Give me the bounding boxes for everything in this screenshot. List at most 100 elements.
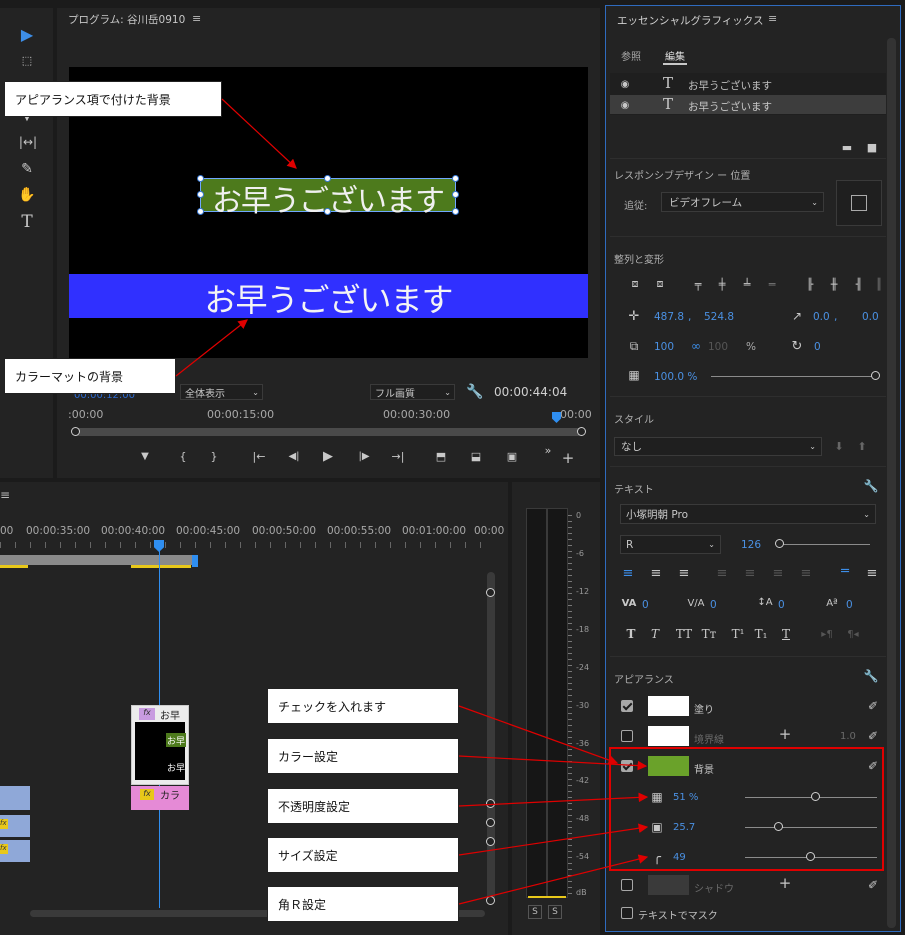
add-button-icon[interactable]: + xyxy=(561,449,575,467)
stroke-checkbox[interactable] xyxy=(621,730,633,742)
eg-scrollbar[interactable] xyxy=(887,38,896,928)
italic-icon[interactable]: T xyxy=(648,626,662,642)
bg-radius-value[interactable]: 49 xyxy=(673,852,686,863)
position-y[interactable]: 524.8 xyxy=(704,311,734,323)
shadow-checkbox[interactable] xyxy=(621,879,633,891)
bg-size-slider[interactable] xyxy=(745,827,877,828)
opacity-knob[interactable] xyxy=(871,371,880,380)
add-shadow-icon[interactable]: + xyxy=(778,874,792,892)
align-text-right-icon[interactable]: ≡ xyxy=(676,566,692,581)
follow-dropdown[interactable]: ビデオフレーム ⌄ xyxy=(661,192,824,212)
scrub-left-handle[interactable] xyxy=(71,427,80,436)
handle-mr[interactable] xyxy=(452,191,459,198)
bg-opacity-value[interactable]: 51 % xyxy=(673,792,698,803)
vscroll-bottom-knob[interactable] xyxy=(486,896,495,905)
sync-style-icon[interactable]: ⬆ xyxy=(855,439,869,453)
eyedropper-icon[interactable]: ✐ xyxy=(866,728,880,744)
baseline-value[interactable]: 0 xyxy=(846,599,853,611)
bg-size-knob[interactable] xyxy=(774,822,783,831)
fill-swatch[interactable] xyxy=(648,696,689,716)
solo-right-button[interactable]: S xyxy=(548,905,562,919)
align-text-left-icon[interactable]: ≡ xyxy=(620,566,636,581)
text-wrench-icon[interactable]: 🔧 xyxy=(863,478,879,494)
add-stroke-icon[interactable]: + xyxy=(778,725,792,743)
distribute-h-icon[interactable]: ║ xyxy=(874,277,884,291)
vscroll-top-knob[interactable] xyxy=(486,588,495,597)
align-middle-icon[interactable]: ╪ xyxy=(714,277,730,291)
new-layer-icon[interactable]: ■ xyxy=(866,141,878,154)
tab-edit[interactable]: 編集 xyxy=(665,48,685,63)
align-v-center-icon[interactable]: ⧈ xyxy=(626,277,644,291)
step-forward-icon[interactable]: |▶ xyxy=(356,449,372,463)
align-text-center-icon[interactable]: ≡ xyxy=(648,566,664,581)
shadow-swatch[interactable] xyxy=(648,875,689,895)
slip-tool-icon[interactable]: |↔| xyxy=(16,134,40,150)
scrub-right-handle[interactable] xyxy=(577,427,586,436)
mark-in-icon[interactable]: { xyxy=(176,449,190,463)
hamburger-icon[interactable]: ≡ xyxy=(192,12,201,25)
vscroll-mid-knob-3[interactable] xyxy=(486,837,495,846)
program-scrub-bar[interactable] xyxy=(74,428,582,436)
link-icon[interactable]: ∞ xyxy=(690,338,702,354)
work-area-bar[interactable] xyxy=(0,555,196,565)
subscript-icon[interactable]: T₁ xyxy=(753,626,769,642)
tracking-value[interactable]: 0 xyxy=(642,599,649,611)
track-select-tool-icon[interactable]: ⬚ xyxy=(17,52,37,68)
mark-out-icon[interactable]: } xyxy=(207,449,221,463)
step-back-icon[interactable]: ◀| xyxy=(286,449,302,463)
justify-all-icon[interactable]: ≡ xyxy=(798,566,814,581)
mask-checkbox[interactable] xyxy=(621,907,633,919)
quality-dropdown[interactable]: フル画質 ⌄ xyxy=(370,384,455,400)
type-tool-icon[interactable]: T xyxy=(17,212,37,232)
go-to-in-icon[interactable]: |← xyxy=(251,449,267,463)
font-size-slider[interactable] xyxy=(778,544,870,545)
camera-icon[interactable]: ▣ xyxy=(503,449,521,463)
vscroll-mid-knob-2[interactable] xyxy=(486,818,495,827)
handle-tr[interactable] xyxy=(452,175,459,182)
style-dropdown[interactable]: なし ⌄ xyxy=(614,437,822,456)
handle-br[interactable] xyxy=(452,208,459,215)
vertical-align-icon[interactable]: ≡ xyxy=(864,566,880,581)
handle-bm[interactable] xyxy=(324,208,331,215)
fill-checkbox[interactable] xyxy=(621,700,633,712)
justify-center-icon[interactable]: ≡ xyxy=(742,566,758,581)
align-bottom-icon[interactable]: ╧ xyxy=(739,277,755,291)
lift-icon[interactable]: ⬒ xyxy=(432,449,450,463)
background-checkbox[interactable] xyxy=(621,760,633,772)
justify-right-icon[interactable]: ≡ xyxy=(770,566,786,581)
superscript-icon[interactable]: T¹ xyxy=(730,626,746,642)
font-size-value[interactable]: 126 xyxy=(741,539,761,551)
scale-value[interactable]: 100 xyxy=(654,341,674,353)
justify-left-icon[interactable]: ≡ xyxy=(714,566,730,581)
hand-tool-icon[interactable]: ✋ xyxy=(17,186,37,204)
tab-browse[interactable]: 参照 xyxy=(621,48,641,63)
font-style-dropdown[interactable]: R ⌄ xyxy=(620,535,721,554)
font-dropdown[interactable]: 小塚明朝 Pro ⌄ xyxy=(620,504,876,524)
ltr-icon[interactable]: ▸¶ xyxy=(818,626,836,642)
eg-menu-icon[interactable]: ≡ xyxy=(768,12,777,25)
anchor-y[interactable]: 0.0 xyxy=(862,311,879,323)
font-size-knob[interactable] xyxy=(775,539,784,548)
rtl-icon[interactable]: ¶◂ xyxy=(844,626,862,642)
wrench-icon[interactable]: 🔧 xyxy=(466,383,484,401)
left-clip-1[interactable] xyxy=(0,786,30,810)
rotation-value[interactable]: 0 xyxy=(814,341,821,353)
pen-tool-icon[interactable]: ✎ xyxy=(17,160,37,178)
more-icon[interactable]: » xyxy=(541,444,555,457)
handle-bl[interactable] xyxy=(197,208,204,215)
stroke-swatch[interactable] xyxy=(648,726,689,746)
position-x[interactable]: 487.8 xyxy=(654,311,684,323)
folder-icon[interactable]: ▬ xyxy=(840,141,854,154)
align-right-icon[interactable]: ╢ xyxy=(851,277,867,291)
handle-tm[interactable] xyxy=(324,175,331,182)
background-swatch[interactable] xyxy=(648,756,689,776)
timeline-menu-icon[interactable]: ≡ xyxy=(0,488,10,502)
kerning-value[interactable]: 0 xyxy=(710,599,717,611)
small-caps-icon[interactable]: Tт xyxy=(699,626,719,642)
bg-opacity-knob[interactable] xyxy=(811,792,820,801)
selection-tool-icon[interactable]: ▶ xyxy=(17,24,37,44)
eye-icon[interactable]: ◉ xyxy=(618,78,632,90)
align-left-icon[interactable]: ╟ xyxy=(802,277,818,291)
vertical-align-top-icon[interactable]: ═ xyxy=(837,564,853,579)
bg-radius-knob[interactable] xyxy=(806,852,815,861)
